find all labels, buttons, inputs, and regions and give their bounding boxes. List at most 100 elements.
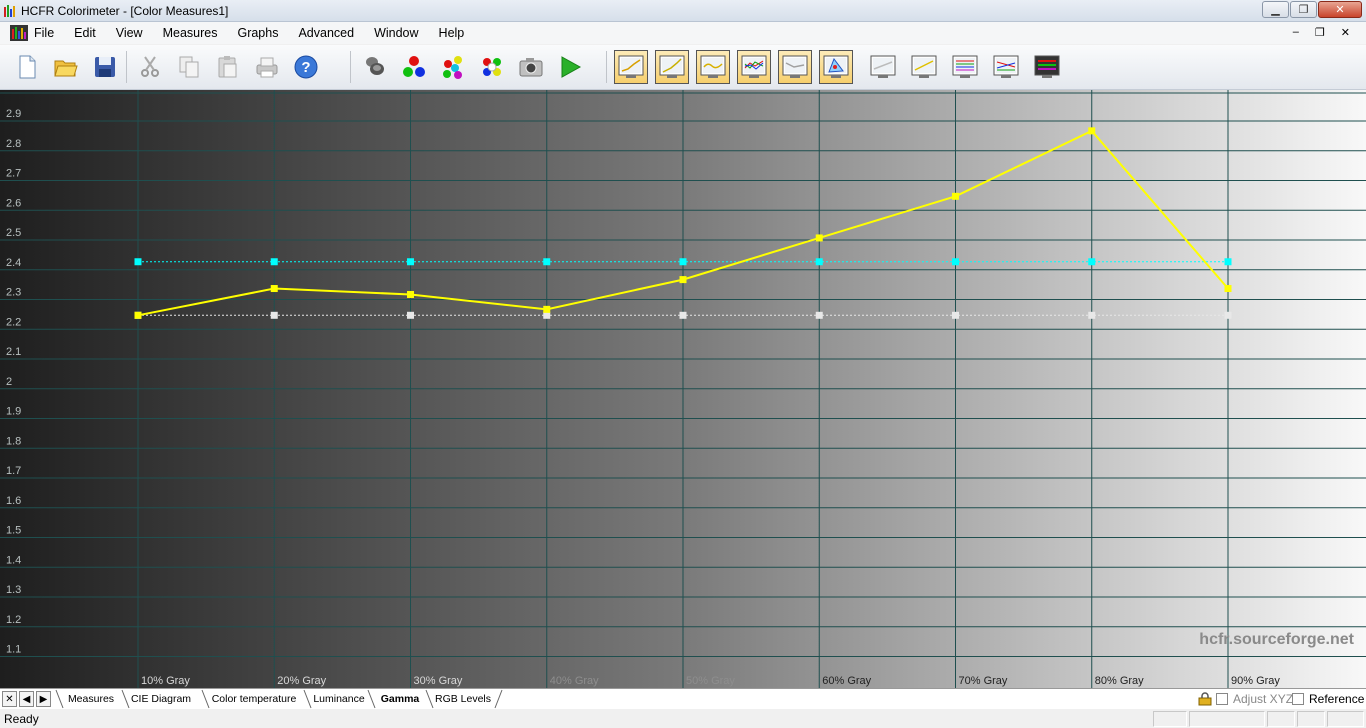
- checkbox[interactable]: [1216, 693, 1228, 705]
- data-point: [815, 234, 823, 242]
- play-icon: [557, 54, 583, 80]
- option-reference[interactable]: Reference: [1292, 692, 1364, 706]
- copy-icon: [176, 54, 202, 80]
- toolbar-separator: [350, 51, 351, 83]
- graph-spectrum-button[interactable]: [1030, 50, 1064, 84]
- data-point: [679, 311, 687, 319]
- cut-button[interactable]: [133, 50, 167, 84]
- graph-spectrum-icon: [1034, 54, 1060, 80]
- rgb-balls-button[interactable]: [397, 50, 431, 84]
- save-button[interactable]: [88, 50, 122, 84]
- x-tick-label: 30% Gray: [414, 675, 463, 687]
- data-point: [1224, 311, 1232, 319]
- menu-measures[interactable]: Measures: [163, 26, 218, 40]
- status-panel: [1189, 711, 1265, 727]
- option-adjust-xyz[interactable]: Adjust XYZ: [1216, 692, 1293, 706]
- graph-rainbow-button[interactable]: [948, 50, 982, 84]
- graph-rgb-levels-button[interactable]: [737, 50, 771, 84]
- graph-gamma-button[interactable]: [655, 50, 689, 84]
- graph-rainbow-icon: [952, 54, 978, 80]
- maximize-icon: ❐: [1298, 4, 1309, 16]
- paste-icon: [215, 54, 241, 80]
- camera-button[interactable]: [514, 50, 548, 84]
- menu-window[interactable]: Window: [374, 26, 418, 40]
- tab-close-button[interactable]: ✕: [2, 691, 17, 707]
- help-button[interactable]: ?: [289, 50, 323, 84]
- graph-luminance-button[interactable]: [614, 50, 648, 84]
- tab-divider: [425, 689, 435, 709]
- status-text: Ready: [4, 712, 39, 726]
- data-point: [270, 258, 278, 266]
- tab-rgb-levels[interactable]: RGB Levels: [432, 689, 494, 709]
- graph-rgb-levels-icon: [741, 54, 767, 80]
- checkbox[interactable]: [1292, 693, 1304, 705]
- graph-curve-icon: [700, 54, 726, 80]
- x-tick-label: 40% Gray: [550, 675, 599, 687]
- new-doc-button[interactable]: [10, 50, 44, 84]
- x-tick-label: 80% Gray: [1095, 675, 1144, 687]
- data-point: [952, 311, 959, 319]
- graph-white-button[interactable]: [866, 50, 900, 84]
- y-tick-label: 2.8: [6, 138, 21, 150]
- menu-advanced[interactable]: Advanced: [298, 26, 354, 40]
- toolbar-separator: [606, 51, 607, 83]
- graph-color-temp-button[interactable]: [778, 50, 812, 84]
- print-button[interactable]: [250, 50, 284, 84]
- graph-yellow-button[interactable]: [907, 50, 941, 84]
- tab-divider: [121, 689, 131, 709]
- play-button[interactable]: [553, 50, 587, 84]
- mdi-close-button[interactable]: ✕: [1341, 26, 1350, 39]
- tab-cie-diagram[interactable]: CIE Diagram: [128, 689, 194, 709]
- graph-curve-button[interactable]: [696, 50, 730, 84]
- color-spheres-button[interactable]: [436, 50, 470, 84]
- document-icon[interactable]: [10, 25, 28, 41]
- open-folder-button[interactable]: [49, 50, 83, 84]
- menu-view[interactable]: View: [116, 26, 143, 40]
- data-point: [407, 290, 414, 298]
- y-tick-label: 2.7: [6, 168, 21, 180]
- x-tick-label: 70% Gray: [959, 675, 1008, 687]
- close-button[interactable]: ✕: [1318, 1, 1362, 18]
- maximize-button[interactable]: ❐: [1290, 1, 1317, 18]
- watermark: hcfr.sourceforge.net: [1199, 631, 1354, 648]
- menu-edit[interactable]: Edit: [74, 26, 96, 40]
- y-tick-label: 1.4: [6, 554, 21, 566]
- tab-color-temperature[interactable]: Color temperature: [208, 689, 300, 709]
- data-point: [407, 258, 414, 266]
- color-spheres-icon: [440, 54, 466, 80]
- tab-next-button[interactable]: ▶: [36, 691, 51, 707]
- paste-button[interactable]: [211, 50, 245, 84]
- data-point: [270, 285, 278, 293]
- tab-prev-button[interactable]: ◀: [19, 691, 34, 707]
- data-point: [815, 311, 823, 319]
- tab-divider: [55, 689, 65, 709]
- y-tick-label: 2.2: [6, 316, 21, 328]
- data-point: [679, 258, 687, 266]
- mdi-minimize-button[interactable]: –: [1293, 26, 1299, 39]
- menu-help[interactable]: Help: [439, 26, 465, 40]
- open-folder-icon: [53, 54, 79, 80]
- tab-gamma[interactable]: Gamma: [374, 689, 426, 709]
- mdi-restore-button[interactable]: ❐: [1315, 26, 1325, 39]
- y-tick-label: 2.3: [6, 287, 21, 299]
- graph-multi-button[interactable]: [989, 50, 1023, 84]
- tab-divider: [494, 689, 504, 709]
- menu-bar: File Edit View Measures Graphs Advanced Window…: [0, 22, 1366, 44]
- data-point: [543, 258, 551, 266]
- y-tick-label: 1.1: [6, 644, 21, 656]
- minimize-button[interactable]: ▁: [1262, 1, 1289, 18]
- graph-cie-button[interactable]: [819, 50, 853, 84]
- color-cluster-button[interactable]: [475, 50, 509, 84]
- tab-bar: ✕ ◀ ▶ Measures CIE Diagram Color temperature L…: [0, 688, 1366, 709]
- sensor-button[interactable]: [358, 50, 392, 84]
- y-tick-label: 2: [6, 376, 12, 388]
- x-tick-label: 10% Gray: [141, 675, 190, 687]
- menu-file[interactable]: File: [34, 26, 54, 40]
- x-tick-label: 20% Gray: [277, 675, 326, 687]
- copy-button[interactable]: [172, 50, 206, 84]
- data-point: [952, 192, 959, 200]
- menu-graphs[interactable]: Graphs: [237, 26, 278, 40]
- tab-measures[interactable]: Measures: [62, 689, 120, 709]
- tab-luminance[interactable]: Luminance: [310, 689, 368, 709]
- status-panel: [1153, 711, 1187, 727]
